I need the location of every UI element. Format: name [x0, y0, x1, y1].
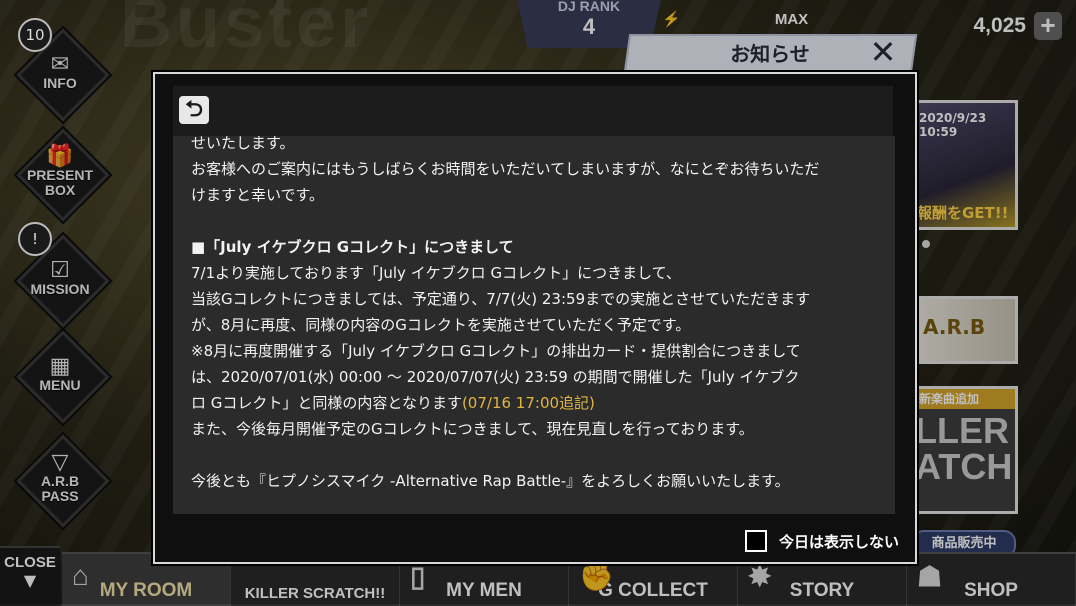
text-line: が、8月に再度、同様の内容のGコレクトを実施させていただく予定です。 — [191, 316, 691, 334]
text-line: また、今後毎月開催予定のGコレクトにつきまして、現在見直しを行っております。 — [191, 420, 754, 438]
text-line: けますと幸いです。 — [191, 186, 325, 204]
text-span: ロ Gコレクト」と同様の内容となります — [191, 394, 462, 412]
mission-alert-badge: ! — [18, 222, 52, 256]
text-line: 7/1より実施しております「July イケブクロ Gコレクト」につきまして、 — [191, 264, 681, 282]
update-note: (07/16 17:00追記) — [461, 394, 595, 412]
text-line: は、2020/07/01(水) 00:00 〜 2020/07/07(火) 23… — [191, 368, 800, 386]
text-line: 今後とも『ヒプノシスマイク -Alternative Rap Battle-』を… — [191, 472, 790, 490]
text-line: ※8月に再度開催する「July イケブクロ Gコレクト」の排出カード・提供割合に… — [191, 342, 801, 360]
back-button[interactable]: ⮌ — [179, 96, 209, 124]
modal-header: ⮌ — [173, 86, 893, 136]
notice-modal: ⮌ せいたします。 お客様へのご案内にはもうしばらくお時間をいただいてしまいます… — [153, 72, 917, 564]
text-line: 当該Gコレクトにつきましては、予定通り、7/7(火) 23:59までの実施とさせ… — [191, 290, 811, 308]
info-count-badge: 10 — [18, 18, 52, 52]
notice-content-scroll[interactable]: せいたします。 お客様へのご案内にはもうしばらくお時間をいただいてしまいますが、… — [173, 136, 895, 514]
dont-show-today-toggle[interactable]: 今日は表示しない — [744, 530, 899, 552]
notice-text: せいたします。 お客様へのご案内にはもうしばらくお時間をいただいてしまいますが、… — [191, 136, 881, 494]
dont-show-checkbox[interactable] — [744, 530, 767, 552]
text-line: ロ Gコレクト」と同様の内容となります(07/16 17:00追記) — [191, 390, 881, 416]
text-line: せいたします。 — [191, 136, 295, 152]
text-line: お客様へのご案内にはもうしばらくお時間をいただいてしまいますが、なにとぞお待ちい… — [191, 160, 820, 178]
dont-show-label: 今日は表示しない — [778, 532, 899, 551]
section-heading: ■「July イケブクロ Gコレクト」につきまして — [191, 238, 514, 256]
